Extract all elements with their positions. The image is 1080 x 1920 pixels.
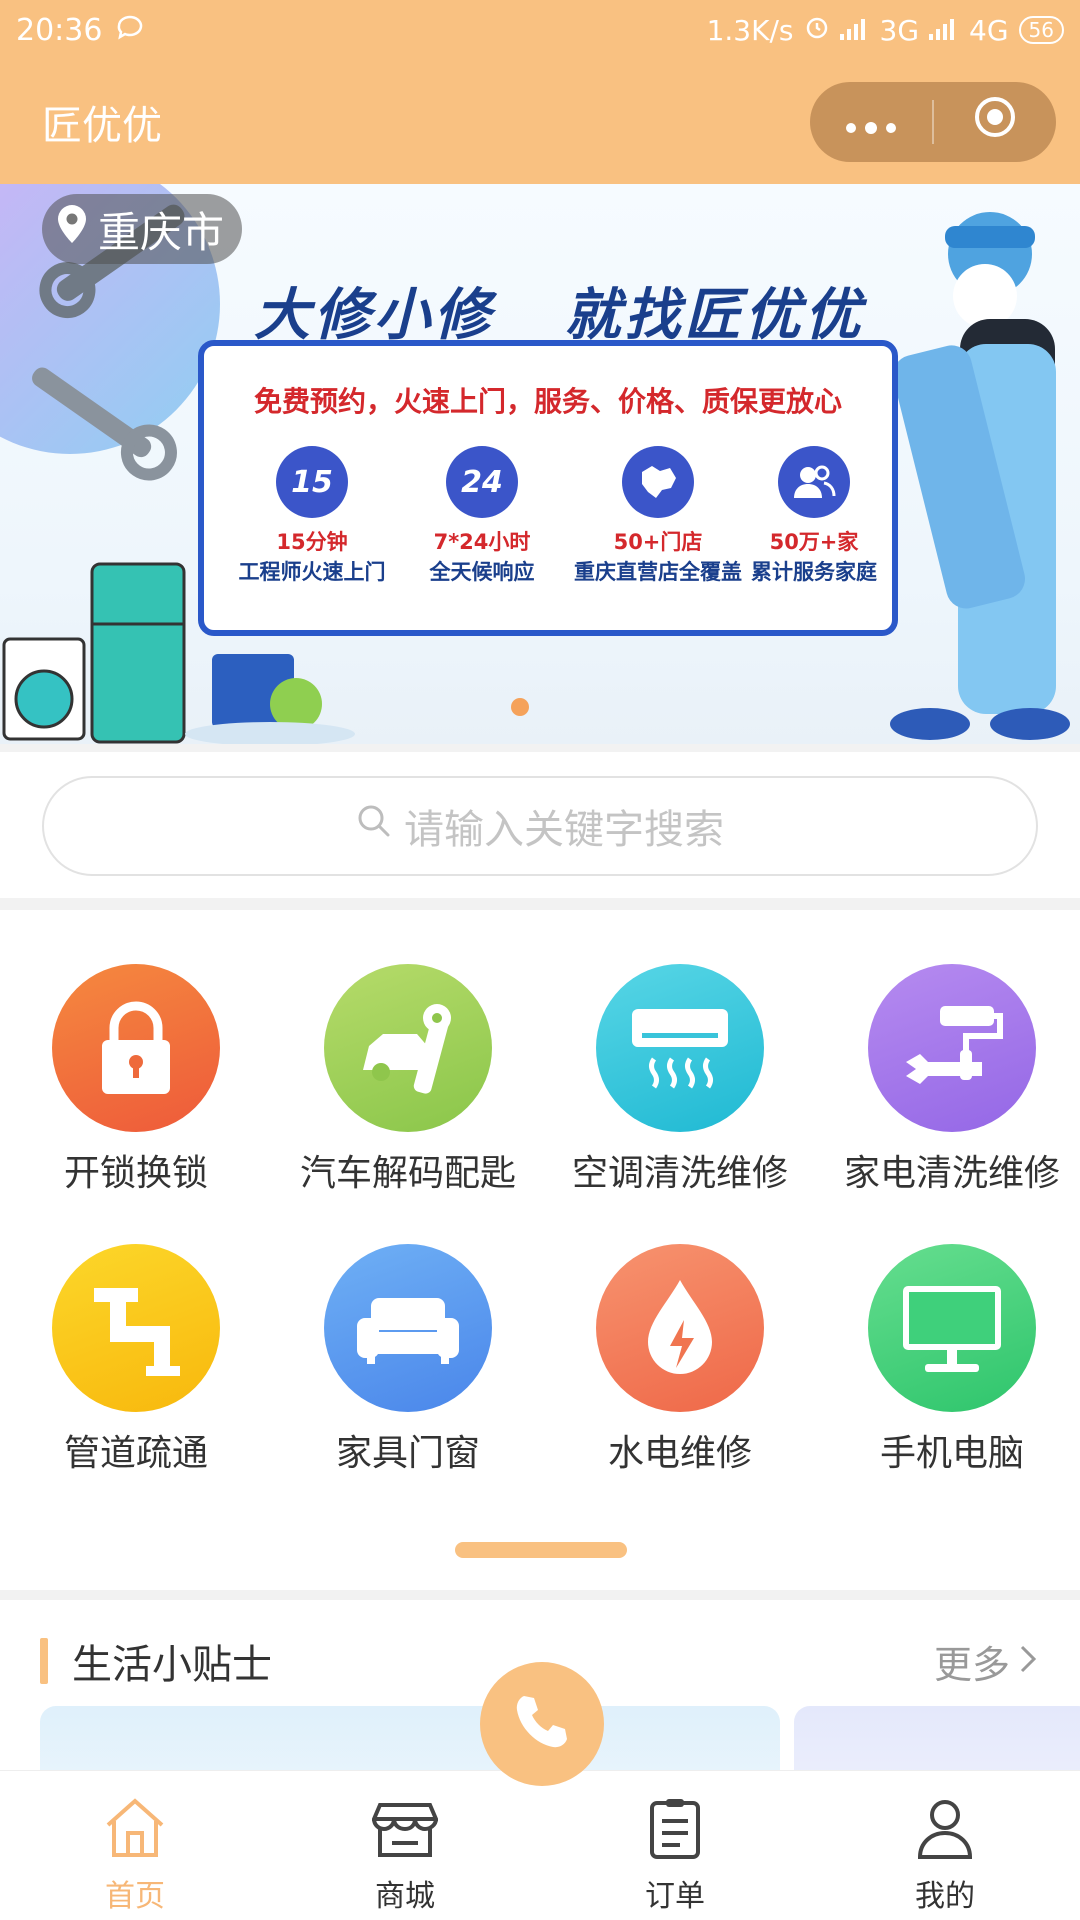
- status-time: 20:36: [16, 12, 103, 48]
- banner-slogan: 免费预约，火速上门，服务、价格、质保更放心: [253, 385, 842, 418]
- banner-page-dot[interactable]: [511, 698, 529, 716]
- location-selector[interactable]: 重庆市: [42, 194, 243, 264]
- tab-home[interactable]: 首页: [0, 1771, 270, 1920]
- pipe-icon: [52, 1244, 220, 1412]
- feature-item: 24 7*24小时 全天候响应: [394, 446, 570, 586]
- service-label: 水电维修: [607, 1433, 752, 1474]
- service-label: 手机电脑: [879, 1433, 1024, 1474]
- tab-label: 商城: [375, 1879, 435, 1914]
- clock-15-icon: 15: [276, 446, 348, 518]
- store-icon: [370, 1795, 440, 1865]
- status-bar: 20:36 1.3K/s 3G 4G 56: [0, 0, 1080, 60]
- search-icon: [356, 803, 392, 849]
- tips-title: 生活小贴士: [72, 1642, 272, 1688]
- tab-orders[interactable]: 订单: [540, 1771, 810, 1920]
- app-title: 匠优优: [42, 103, 162, 149]
- tips-more-link[interactable]: 更多: [934, 1634, 1038, 1689]
- more-menu-button[interactable]: [810, 82, 932, 162]
- service-label: 汽车解码配匙: [299, 1153, 516, 1194]
- location-text: 重庆市: [98, 207, 225, 257]
- car-key-icon: [324, 964, 492, 1132]
- service-item-appliance[interactable]: 家电清洗维修: [816, 964, 1080, 1196]
- phone-icon: [510, 1690, 574, 1758]
- air-conditioner-icon: [596, 964, 764, 1132]
- feature-line1: 50万+家: [769, 530, 859, 554]
- service-item-pipe[interactable]: 管道疏通: [0, 1244, 272, 1476]
- service-label: 开锁换锁: [63, 1153, 208, 1194]
- service-item-car-key[interactable]: 汽车解码配匙: [272, 964, 544, 1196]
- network-type-2: 4G: [969, 13, 1009, 47]
- target-close-icon: [973, 95, 1017, 149]
- users-icon: [778, 446, 850, 518]
- service-item-aircon[interactable]: 空调清洗维修: [544, 964, 816, 1196]
- service-label: 家电清洗维修: [843, 1153, 1060, 1194]
- signal-icon: [839, 14, 870, 47]
- service-grid: 开锁换锁 汽车解码配匙 空调清洗维修 家电清洗维修 管道疏通 家具门窗 水电维修…: [0, 910, 1080, 1590]
- grid-scroll-indicator: [455, 1542, 627, 1558]
- feature-line2: 工程师火速上门: [238, 560, 386, 584]
- chevron-right-icon: [1018, 1640, 1038, 1684]
- close-miniprogram-button[interactable]: [934, 82, 1056, 162]
- sofa-icon: [324, 1244, 492, 1412]
- feature-line1: 7*24小时: [433, 530, 531, 554]
- search-input[interactable]: 请输入关键字搜索: [42, 776, 1038, 876]
- tab-mine[interactable]: 我的: [810, 1771, 1080, 1920]
- banner-feature-card: 免费预约，火速上门，服务、价格、质保更放心 15 15分钟 工程师火速上门 24…: [198, 340, 898, 636]
- location-pin-icon: [54, 203, 90, 255]
- service-item-lock[interactable]: 开锁换锁: [0, 964, 272, 1196]
- bottom-tab-bar: 首页 商城 订单 我的: [0, 1770, 1080, 1920]
- battery-icon: 56: [1018, 16, 1064, 44]
- feature-line1: 15分钟: [276, 530, 348, 554]
- feature-line2: 累计服务家庭: [751, 560, 877, 584]
- tab-label: 我的: [915, 1879, 975, 1914]
- network-type-1: 3G: [879, 13, 920, 47]
- tab-label: 首页: [105, 1879, 165, 1914]
- net-speed: 1.3K/s: [706, 13, 794, 47]
- service-label: 空调清洗维修: [571, 1153, 788, 1194]
- service-item-phone-computer[interactable]: 手机电脑: [816, 1244, 1080, 1476]
- signal-icon: [929, 14, 959, 47]
- feature-item: 50+门店 重庆直营店全覆盖: [560, 446, 756, 586]
- call-button[interactable]: [480, 1662, 604, 1786]
- promo-banner[interactable]: 重庆市 大修小修 就找匠优优 免费预约，火速上门，服务、价格、质保更放心 15 …: [0, 184, 1080, 744]
- paint-roller-wrench-icon: [868, 964, 1036, 1132]
- service-item-furniture[interactable]: 家具门窗: [272, 1244, 544, 1476]
- tab-store[interactable]: 商城: [270, 1771, 540, 1920]
- more-label: 更多: [933, 1643, 1010, 1687]
- feature-line1: 50+门店: [613, 530, 703, 554]
- alarm-icon: [804, 14, 830, 47]
- more-dots-icon: [843, 99, 899, 145]
- monitor-icon: [868, 1244, 1036, 1412]
- search-placeholder: 请输入关键字搜索: [404, 807, 724, 853]
- home-icon: [102, 1795, 168, 1865]
- water-electric-icon: [596, 1244, 764, 1412]
- order-icon: [642, 1795, 708, 1865]
- tab-label: 订单: [645, 1879, 705, 1914]
- user-icon: [912, 1795, 978, 1865]
- lock-icon: [52, 964, 220, 1132]
- search-section: 请输入关键字搜索: [0, 752, 1080, 898]
- banner-headline: 大修小修 就找匠优优: [254, 282, 865, 348]
- feature-line2: 全天候响应: [429, 560, 535, 584]
- clock-24-icon: 24: [446, 446, 518, 518]
- service-label: 家具门窗: [335, 1433, 480, 1474]
- feature-item: 50万+家 累计服务家庭: [734, 446, 894, 586]
- service-label: 管道疏通: [63, 1433, 208, 1474]
- chat-notification-icon: [116, 13, 144, 48]
- title-bar: 匠优优: [0, 60, 1080, 184]
- map-region-icon: [622, 446, 694, 518]
- feature-line2: 重庆直营店全覆盖: [574, 560, 742, 584]
- section-accent-bar: [40, 1638, 48, 1684]
- feature-item: 15 15分钟 工程师火速上门: [224, 446, 400, 586]
- service-item-water-electric[interactable]: 水电维修: [544, 1244, 816, 1476]
- miniprogram-capsule: [810, 82, 1056, 162]
